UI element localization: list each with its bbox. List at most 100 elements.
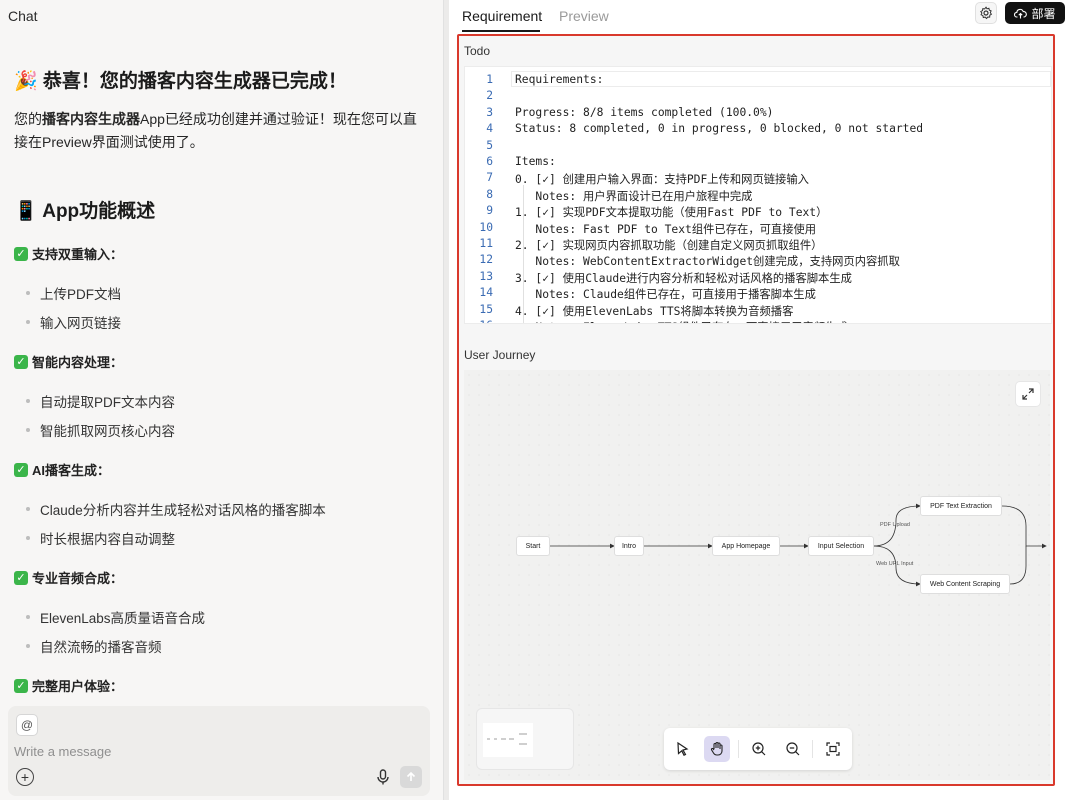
code-text: Requirements: [515, 73, 604, 86]
check-icon: ✓ [14, 678, 28, 693]
canvas-toolbar [664, 728, 852, 770]
flow-node-input-selection[interactable]: Input Selection [808, 536, 874, 556]
intro-bold: 播客内容生成器 [42, 111, 140, 127]
flow-node-intro[interactable]: Intro [614, 536, 644, 556]
todo-editor[interactable]: 1 Requirements: 2 3 Progress: 8/8 items comp… [464, 66, 1052, 324]
code-line: 15 4. [✓] 使用ElevenLabs TTS将脚本转换为音频播客 [465, 303, 1051, 319]
code-line: 7 0. [✓] 创建用户输入界面：支持PDF上传和网页链接输入 [465, 171, 1051, 187]
chat-panel: Chat 🎉 恭喜！您的播客内容生成器已完成！ 您的播客内容生成器App已经成功… [0, 0, 443, 800]
code-line: 3 Progress: 8/8 items completed (100.0%) [465, 105, 1051, 122]
intro-pre: 您的 [14, 111, 42, 127]
cloud-upload-icon [1014, 8, 1028, 18]
code-text: 1. [✓] 实现PDF文本提取功能（使用Fast PDF to Text） [515, 206, 828, 220]
line-number: 4 [486, 122, 493, 136]
line-number: 7 [486, 171, 493, 185]
line-number: 12 [479, 253, 493, 267]
fit-view-button[interactable] [820, 736, 846, 762]
requirement-frame: Todo 1 Requirements: 2 3 Progress: 8/8 items… [457, 34, 1055, 786]
user-journey-label: User Journey [464, 348, 536, 362]
check-icon: ✓ [14, 570, 28, 585]
tab-requirement[interactable]: Requirement [462, 8, 542, 24]
code-text: 0. [✓] 创建用户输入界面：支持PDF上传和网页链接输入 [515, 173, 809, 187]
line-number: 2 [486, 89, 493, 103]
send-button[interactable] [400, 766, 422, 788]
microphone-icon[interactable] [374, 768, 392, 786]
settings-button[interactable] [975, 2, 997, 24]
user-journey-canvas[interactable]: Start Intro App Homepage Input Selection… [464, 370, 1050, 780]
code-line: 11 2. [✓] 实现网页内容抓取功能（创建自定义网页抓取组件） [465, 237, 1051, 253]
list-item: 自动提取PDF文本内容 [26, 391, 175, 411]
requirement-panel: Requirement Preview 部署 Todo 1 Requirement… [449, 0, 1080, 800]
code-text: Notes: WebContentExtractorWidget创建完成，支持网… [515, 255, 900, 269]
fit-view-icon [826, 742, 840, 756]
congrats-heading: 🎉 恭喜！您的播客内容生成器已完成！ [14, 71, 347, 92]
section-label: 智能内容处理： [32, 355, 124, 370]
intro-paragraph: 您的播客内容生成器App已经成功创建并通过验证！现在您可以直接在Preview界… [14, 108, 429, 154]
code-line: 2 [465, 89, 1051, 105]
minimap-nodes [487, 733, 527, 745]
list-item: Claude分析内容并生成轻松对话风格的播客脚本 [26, 499, 326, 519]
todo-label: Todo [464, 44, 491, 58]
mention-button[interactable]: @ [16, 714, 38, 736]
list-item: 上传PDF文档 [26, 283, 121, 303]
code-line: 13 3. [✓] 使用Claude进行内容分析和轻松对话风格的播客脚本生成 [465, 270, 1051, 286]
code-text: Notes: Fast PDF to Text组件已存在，可直接使用 [515, 222, 817, 236]
attach-plus-icon[interactable]: + [16, 768, 34, 786]
gear-icon [980, 6, 993, 20]
edge-label-web-url-input: Web URL Input [876, 561, 914, 567]
select-tool-button[interactable] [670, 736, 696, 762]
zoom-in-button[interactable] [746, 736, 772, 762]
zoom-out-button[interactable] [780, 736, 806, 762]
line-number: 14 [479, 286, 493, 300]
message-composer: @ + [8, 706, 430, 796]
line-number: 6 [486, 155, 493, 168]
list-item: 输入网页链接 [26, 312, 121, 332]
hand-icon [710, 741, 723, 756]
section-label: 完整用户体验： [32, 679, 124, 694]
check-icon: ✓ [14, 246, 28, 261]
code-text: 4. [✓] 使用ElevenLabs TTS将脚本转换为音频播客 [515, 304, 794, 318]
list-item: 自然流畅的播客音频 [26, 636, 162, 656]
line-number: 8 [486, 187, 493, 201]
section-label: 专业音频合成： [32, 571, 124, 586]
code-line: 4 Status: 8 completed, 0 in progress, 0 b… [465, 122, 1051, 138]
code-line: 16 Notes: ElevenLabs TTS组件已存在，可直接用于音频生成 [465, 319, 1051, 323]
list-item: 智能抓取网页核心内容 [26, 420, 175, 440]
minimap-viewport [483, 723, 533, 757]
code-line: 10 Notes: Fast PDF to Text组件已存在，可直接使用 [465, 221, 1051, 237]
code-line: 5 [465, 138, 1051, 155]
flow-node-start[interactable]: Start [516, 536, 550, 556]
minimap[interactable] [476, 708, 574, 770]
code-line: 1 Requirements: [465, 73, 1051, 89]
check-icon: ✓ [14, 354, 28, 369]
chat-messages[interactable]: 🎉 恭喜！您的播客内容生成器已完成！ 您的播客内容生成器App已经成功创建并通过… [0, 36, 443, 700]
zoom-out-icon [786, 742, 800, 756]
deploy-button[interactable]: 部署 [1005, 2, 1065, 24]
code-text: Progress: 8/8 items completed (100.0%) [515, 105, 774, 119]
check-icon: ✓ [14, 462, 28, 477]
section-label: 支持双重输入： [32, 247, 124, 262]
line-number: 16 [465, 319, 493, 323]
code-line: 12 Notes: WebContentExtractorWidget创建完成，… [465, 253, 1051, 269]
code-text: Status: 8 completed, 0 in progress, 0 bl… [515, 122, 924, 136]
line-number: 1 [486, 73, 493, 86]
flow-node-web-content-scraping[interactable]: Web Content Scraping [920, 574, 1010, 594]
chat-title: Chat [8, 8, 38, 24]
list-item: 时长根据内容自动调整 [26, 528, 175, 548]
code-text: Notes: Claude组件已存在，可直接用于播客脚本生成 [515, 288, 816, 302]
list-item: ElevenLabs高质量语音合成 [26, 607, 205, 627]
toolbar-divider [738, 740, 739, 758]
code-text: Items: [515, 155, 556, 168]
message-input[interactable] [14, 744, 374, 759]
section-title: ✓ 完整用户体验： [14, 676, 123, 695]
tab-preview[interactable]: Preview [559, 8, 609, 24]
flow-node-app-homepage[interactable]: App Homepage [712, 536, 780, 556]
hand-tool-button[interactable] [704, 736, 730, 762]
code-text: 3. [✓] 使用Claude进行内容分析和轻松对话风格的播客脚本生成 [515, 271, 852, 285]
line-number: 5 [486, 138, 493, 152]
flow-node-pdf-text-extraction[interactable]: PDF Text Extraction [920, 496, 1002, 516]
active-tab-underline [462, 30, 540, 32]
section-label: AI播客生成： [32, 463, 111, 478]
section-title: ✓ 专业音频合成： [14, 568, 123, 587]
overview-heading: 📱 App功能概述 [14, 201, 156, 222]
